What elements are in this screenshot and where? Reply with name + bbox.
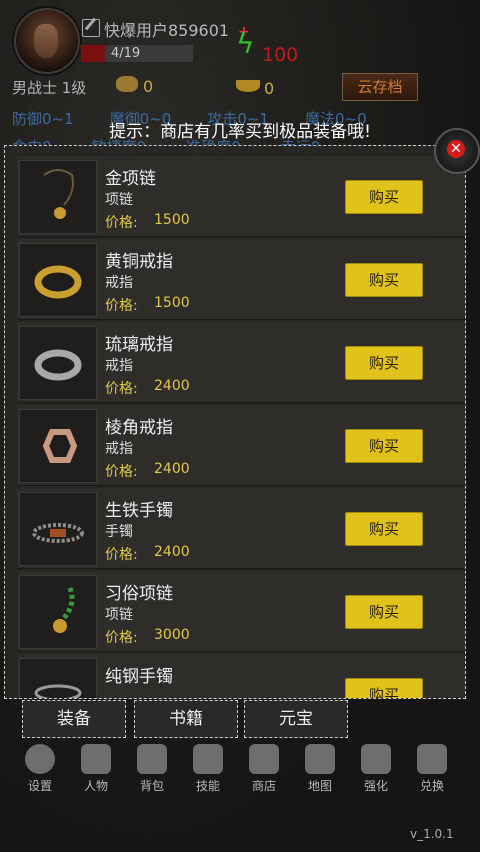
shop-item: 金项链 项链 价格: 1500 购买 <box>17 156 465 237</box>
cloud-save-button[interactable]: 云存档 <box>342 73 418 101</box>
price-label: 价格: <box>105 464 138 480</box>
shop-dialog: 金项链 项链 价格: 1500 购买 黄铜戒指 戒指 价格: 1500 购买 琉… <box>4 145 466 699</box>
nav-label: 背包 <box>139 779 164 793</box>
close-button[interactable]: ✕ <box>434 128 480 174</box>
nav-label: 兑换 <box>419 779 444 793</box>
hp-bar-fill <box>81 45 105 62</box>
buy-button[interactable]: 购买 <box>345 512 423 546</box>
edit-icon[interactable] <box>82 19 100 37</box>
item-name: 习俗项链 <box>105 584 173 604</box>
item-name: 棱角戒指 <box>105 418 173 438</box>
shop-item: 黄铜戒指 戒指 价格: 1500 购买 <box>17 239 465 320</box>
steel-bracelet-icon <box>19 658 97 698</box>
nav-label: 商店 <box>251 779 276 793</box>
buy-button[interactable]: 购买 <box>345 678 423 698</box>
buy-button[interactable]: 购买 <box>345 180 423 214</box>
gold-value: 0 <box>143 77 154 96</box>
bag-icon <box>137 744 167 774</box>
ingot-value: 0 <box>264 79 275 98</box>
custom-necklace-icon <box>19 575 97 649</box>
shop-item: 生铁手镯 手镯 价格: 2400 购买 <box>17 488 465 569</box>
item-name: 生铁手镯 <box>105 501 173 521</box>
nav-exchange[interactable]: 兑换 <box>404 742 460 798</box>
item-price: 1500 <box>154 295 190 311</box>
avatar[interactable] <box>14 8 80 74</box>
buy-button[interactable]: 购买 <box>345 346 423 380</box>
buy-button[interactable]: 购买 <box>345 263 423 297</box>
hp-bar: 4/19 <box>80 44 194 63</box>
gift-icon <box>417 744 447 774</box>
nav-bag[interactable]: 背包 <box>124 742 180 798</box>
item-name: 纯钢手镯 <box>105 667 173 687</box>
gear-icon <box>25 744 55 774</box>
nav-skills[interactable]: 技能 <box>180 742 236 798</box>
nav-enhance[interactable]: 强化 <box>348 742 404 798</box>
item-price: 1500 <box>154 212 190 228</box>
price-label: 价格: <box>105 298 138 314</box>
nav-character[interactable]: 人物 <box>68 742 124 798</box>
person-icon <box>81 744 111 774</box>
buy-button[interactable]: 购买 <box>345 595 423 629</box>
iron-bracelet-icon <box>19 492 97 566</box>
lightning-icon: ϟ <box>236 27 255 60</box>
price-label: 价格: <box>105 215 138 231</box>
shop-item: 棱角戒指 戒指 价格: 2400 购买 <box>17 405 465 486</box>
nav-map[interactable]: 地图 <box>292 742 348 798</box>
energy-value: 100 <box>262 44 299 66</box>
tab-ingot[interactable]: 元宝 <box>244 700 348 738</box>
price-label: 价格: <box>105 630 138 646</box>
tab-books[interactable]: 书籍 <box>134 700 238 738</box>
shop-icon <box>249 744 279 774</box>
ingot-icon <box>236 80 260 92</box>
nav-label: 地图 <box>307 779 332 793</box>
close-icon: ✕ <box>447 140 465 158</box>
item-price: 2400 <box>154 544 190 560</box>
gold-icon <box>116 76 138 92</box>
item-price: 3000 <box>154 627 190 643</box>
item-name: 金项链 <box>105 169 156 189</box>
username: 快爆用户859601 <box>104 21 230 40</box>
item-type: 手镯 <box>105 524 133 540</box>
angular-ring-icon <box>19 409 97 483</box>
buy-button[interactable]: 购买 <box>345 429 423 463</box>
shop-tip: 提示：商店有几率买到极品装备哦! <box>109 122 371 142</box>
version-text: v_1.0.1 <box>410 827 454 841</box>
item-name: 琉璃戒指 <box>105 335 173 355</box>
map-pin-icon <box>305 744 335 774</box>
nav-label: 强化 <box>363 779 388 793</box>
nav-label: 人物 <box>83 779 108 793</box>
glass-ring-icon <box>19 326 97 400</box>
tab-bar: 装备 书籍 元宝 <box>22 700 352 740</box>
item-name: 黄铜戒指 <box>105 252 173 272</box>
item-type: 项链 <box>105 607 133 623</box>
class-level: 男战士 1级 <box>12 79 87 97</box>
nav-label: 设置 <box>27 779 52 793</box>
hammer-icon <box>361 744 391 774</box>
item-type: 戒指 <box>105 275 133 291</box>
sword-icon <box>193 744 223 774</box>
shop-item: 琉璃戒指 戒指 价格: 2400 购买 <box>17 322 465 403</box>
gold-necklace-icon <box>19 160 97 234</box>
item-type: 戒指 <box>105 358 133 374</box>
nav-shop[interactable]: 商店 <box>236 742 292 798</box>
nav-label: 技能 <box>195 779 220 793</box>
item-type: 戒指 <box>105 441 133 457</box>
avatar-face <box>34 24 58 58</box>
hp-text: 4/19 <box>111 46 141 61</box>
tab-equipment[interactable]: 装备 <box>22 700 126 738</box>
nav-settings[interactable]: 设置 <box>12 742 68 798</box>
item-type: 项链 <box>105 192 133 208</box>
bottom-nav: 设置 人物 背包 技能 商店 地图 强化 兑换 <box>0 742 480 802</box>
shop-item: 纯钢手镯 购买 <box>17 654 465 698</box>
item-price: 2400 <box>154 461 190 477</box>
brass-ring-icon <box>19 243 97 317</box>
price-label: 价格: <box>105 381 138 397</box>
item-price: 2400 <box>154 378 190 394</box>
shop-item: 习俗项链 项链 价格: 3000 购买 <box>17 571 465 652</box>
price-label: 价格: <box>105 547 138 563</box>
